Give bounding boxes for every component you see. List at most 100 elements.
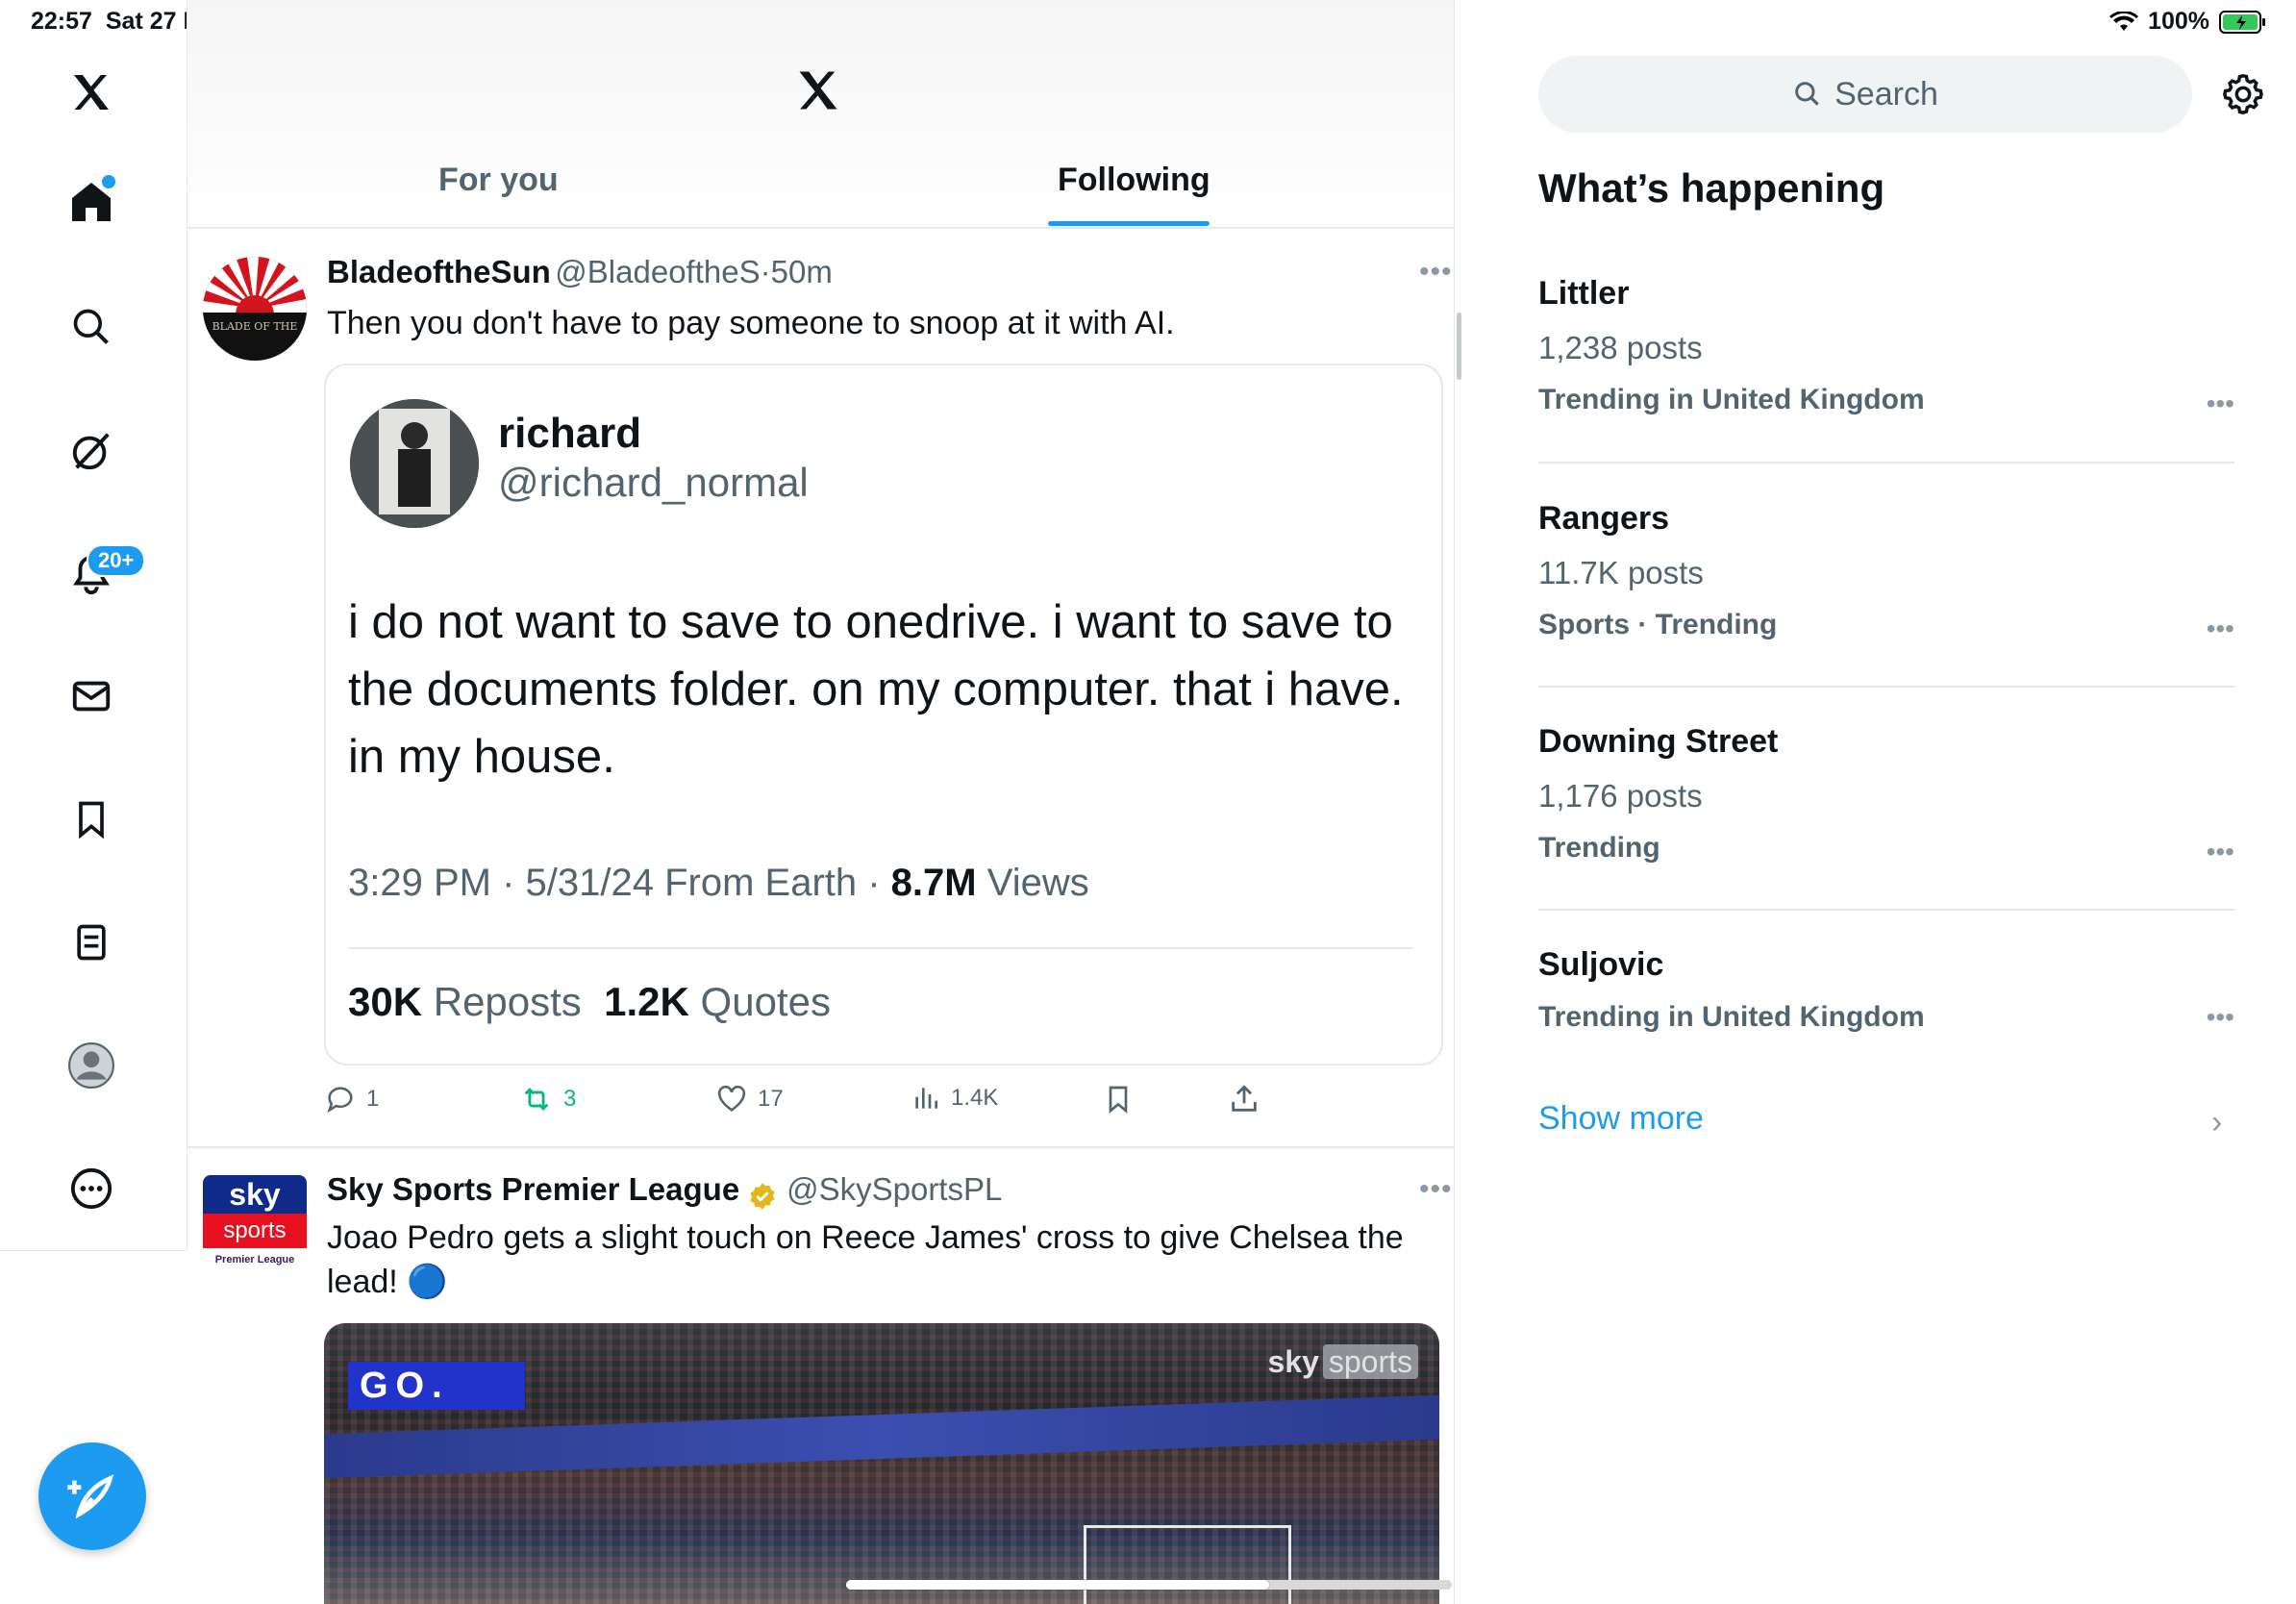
left-nav-rail: 20+: [0, 0, 187, 1250]
tweet2-handle[interactable]: @SkySportsPL: [786, 1171, 1002, 1207]
verified-gold-badge-icon: [750, 1183, 775, 1210]
whats-happening-title: What’s happening: [1538, 165, 1885, 211]
trend-item-downing-street[interactable]: Downing Street 1,176 posts Trending •••: [1538, 723, 2234, 867]
search-field[interactable]: Search: [1538, 56, 2192, 133]
bookmark-outline-icon: [1109, 1086, 1128, 1114]
share-icon: [1232, 1085, 1257, 1112]
trend-name: Suljovic: [1538, 946, 1664, 983]
trend-item-littler[interactable]: Littler 1,238 posts Trending in United K…: [1538, 275, 2234, 419]
goal-frame: [1084, 1525, 1291, 1604]
tweet2-header: Sky Sports Premier League @SkySportsPL: [327, 1171, 1002, 1211]
trend-name: Downing Street: [1538, 723, 1779, 760]
tweet2-video[interactable]: GO. sky sports: [324, 1323, 1439, 1604]
grok-icon[interactable]: [61, 420, 122, 482]
bookmark-button[interactable]: [1103, 1083, 1134, 1115]
trend-name: Rangers: [1538, 500, 1670, 537]
chevron-right-icon[interactable]: ›: [2211, 1104, 2222, 1141]
tweet2-more-icon[interactable]: •••: [1419, 1173, 1453, 1206]
sky-logo-top: sky: [203, 1175, 307, 1214]
trend-count: 1,176 posts: [1538, 778, 1703, 814]
x-header-logo-icon[interactable]: [793, 65, 843, 120]
trend-count: 1,238 posts: [1538, 330, 1703, 365]
watermark-sports: sports: [1322, 1344, 1418, 1379]
tweet1-author-name[interactable]: BladeoftheSun: [327, 254, 551, 289]
tab-following[interactable]: Following: [1058, 162, 1210, 199]
reply-count: 1: [366, 1086, 380, 1112]
quote-divider: [348, 947, 1413, 949]
repost-count: 3: [563, 1086, 577, 1112]
search-icon[interactable]: [61, 296, 122, 358]
trend-divider: [1538, 462, 2234, 464]
avatar-skysportspl[interactable]: sky sports Premier League: [203, 1175, 307, 1279]
views-chart-icon: [915, 1088, 937, 1109]
notifications-badge: 20+: [87, 544, 146, 577]
quote-views-label: Views: [986, 862, 1089, 904]
home-unread-dot: [100, 173, 117, 190]
sky-logo-sports: sports: [203, 1214, 307, 1248]
trend-item-suljovic[interactable]: Suljovic Trending in United Kingdom •••: [1538, 946, 2234, 1034]
trend-more-icon[interactable]: •••: [2207, 837, 2234, 867]
tweet1-handle[interactable]: @BladeoftheS: [555, 254, 760, 289]
premier-league-text: Premier League: [214, 1254, 295, 1266]
more-icon[interactable]: [61, 1158, 122, 1219]
trend-more-icon[interactable]: •••: [2207, 388, 2234, 419]
quote-author-name[interactable]: richard: [498, 410, 641, 458]
trend-more-icon[interactable]: •••: [2207, 1002, 2234, 1033]
views-count: 1.4K: [951, 1085, 999, 1111]
profile-icon[interactable]: [61, 1035, 122, 1096]
x-logo-icon[interactable]: [61, 62, 122, 123]
tweet-divider: [187, 1146, 1454, 1148]
trend-context: Trending in United Kingdom: [1538, 1001, 1925, 1033]
home-indicator[interactable]: [846, 1580, 1452, 1590]
trend-item-rangers[interactable]: Rangers 11.7K posts Sports · Trending ••…: [1538, 500, 2234, 644]
avatar-richard[interactable]: [350, 399, 479, 528]
show-more-link[interactable]: Show more: [1538, 1100, 1704, 1138]
active-tab-indicator: [1048, 221, 1210, 226]
avatar-bladeofthesun[interactable]: BLADE OF THE: [203, 257, 307, 361]
sky-sports-watermark: sky sports: [1267, 1344, 1418, 1380]
tweet1-more-icon[interactable]: •••: [1419, 256, 1453, 288]
reply-button[interactable]: 1: [324, 1083, 379, 1115]
quote-reposts-label: Reposts: [433, 979, 582, 1024]
trend-context: Trending in United Kingdom: [1538, 384, 1925, 415]
quote-body-text: i do not want to save to onedrive. i wan…: [348, 596, 1404, 783]
repost-button[interactable]: 3: [519, 1083, 576, 1115]
heart-icon: [717, 1085, 746, 1112]
mail-icon[interactable]: [61, 665, 122, 727]
tweet2-author-name[interactable]: Sky Sports Premier League: [327, 1171, 739, 1207]
trend-divider: [1538, 909, 2234, 911]
quote-reposts-count: 30K: [348, 979, 423, 1024]
scrollbar[interactable]: [1457, 313, 1461, 380]
tweet1-dot: ·: [760, 254, 771, 289]
richard-avatar-image: [350, 399, 479, 528]
bookmark-icon[interactable]: [61, 789, 122, 850]
trend-name: Littler: [1538, 275, 1630, 312]
quote-author-handle[interactable]: @richard_normal: [498, 460, 809, 506]
svg-text:BLADE OF THE: BLADE OF THE: [212, 320, 298, 333]
like-button[interactable]: 17: [715, 1083, 784, 1115]
quote-views-count: 8.7M: [890, 862, 977, 904]
trend-divider: [1538, 686, 2234, 688]
search-icon: [1795, 82, 1819, 106]
tweet1-time[interactable]: 50m: [771, 254, 833, 289]
feather-plus-icon: [67, 1474, 114, 1519]
compose-post-button[interactable]: [38, 1442, 146, 1550]
like-count: 17: [758, 1086, 784, 1112]
battery-icon: [2219, 10, 2265, 34]
tab-for-you[interactable]: For you: [438, 162, 559, 199]
repost-icon: [524, 1088, 549, 1111]
share-button[interactable]: [1228, 1083, 1260, 1115]
quote-quotes-count: 1.2K: [604, 979, 689, 1024]
quote-quotes-label: Quotes: [700, 979, 831, 1024]
list-icon[interactable]: [61, 912, 122, 973]
trend-more-icon[interactable]: •••: [2207, 614, 2234, 644]
quote-stats: 30K Reposts 1.2K Quotes: [348, 979, 831, 1025]
tweet1-header: BladeoftheSun @BladeoftheS·50m: [327, 254, 833, 290]
wifi-icon: [2109, 11, 2139, 31]
tweet1-actions: 1 3 17 1.4K: [324, 1083, 1285, 1121]
status-bar-right: 100%: [2109, 8, 2267, 36]
tabs-divider: [187, 227, 1454, 229]
settings-gear-icon[interactable]: [2221, 72, 2265, 121]
views-button[interactable]: 1.4K: [911, 1083, 998, 1114]
rail-divider: [0, 1250, 187, 1251]
